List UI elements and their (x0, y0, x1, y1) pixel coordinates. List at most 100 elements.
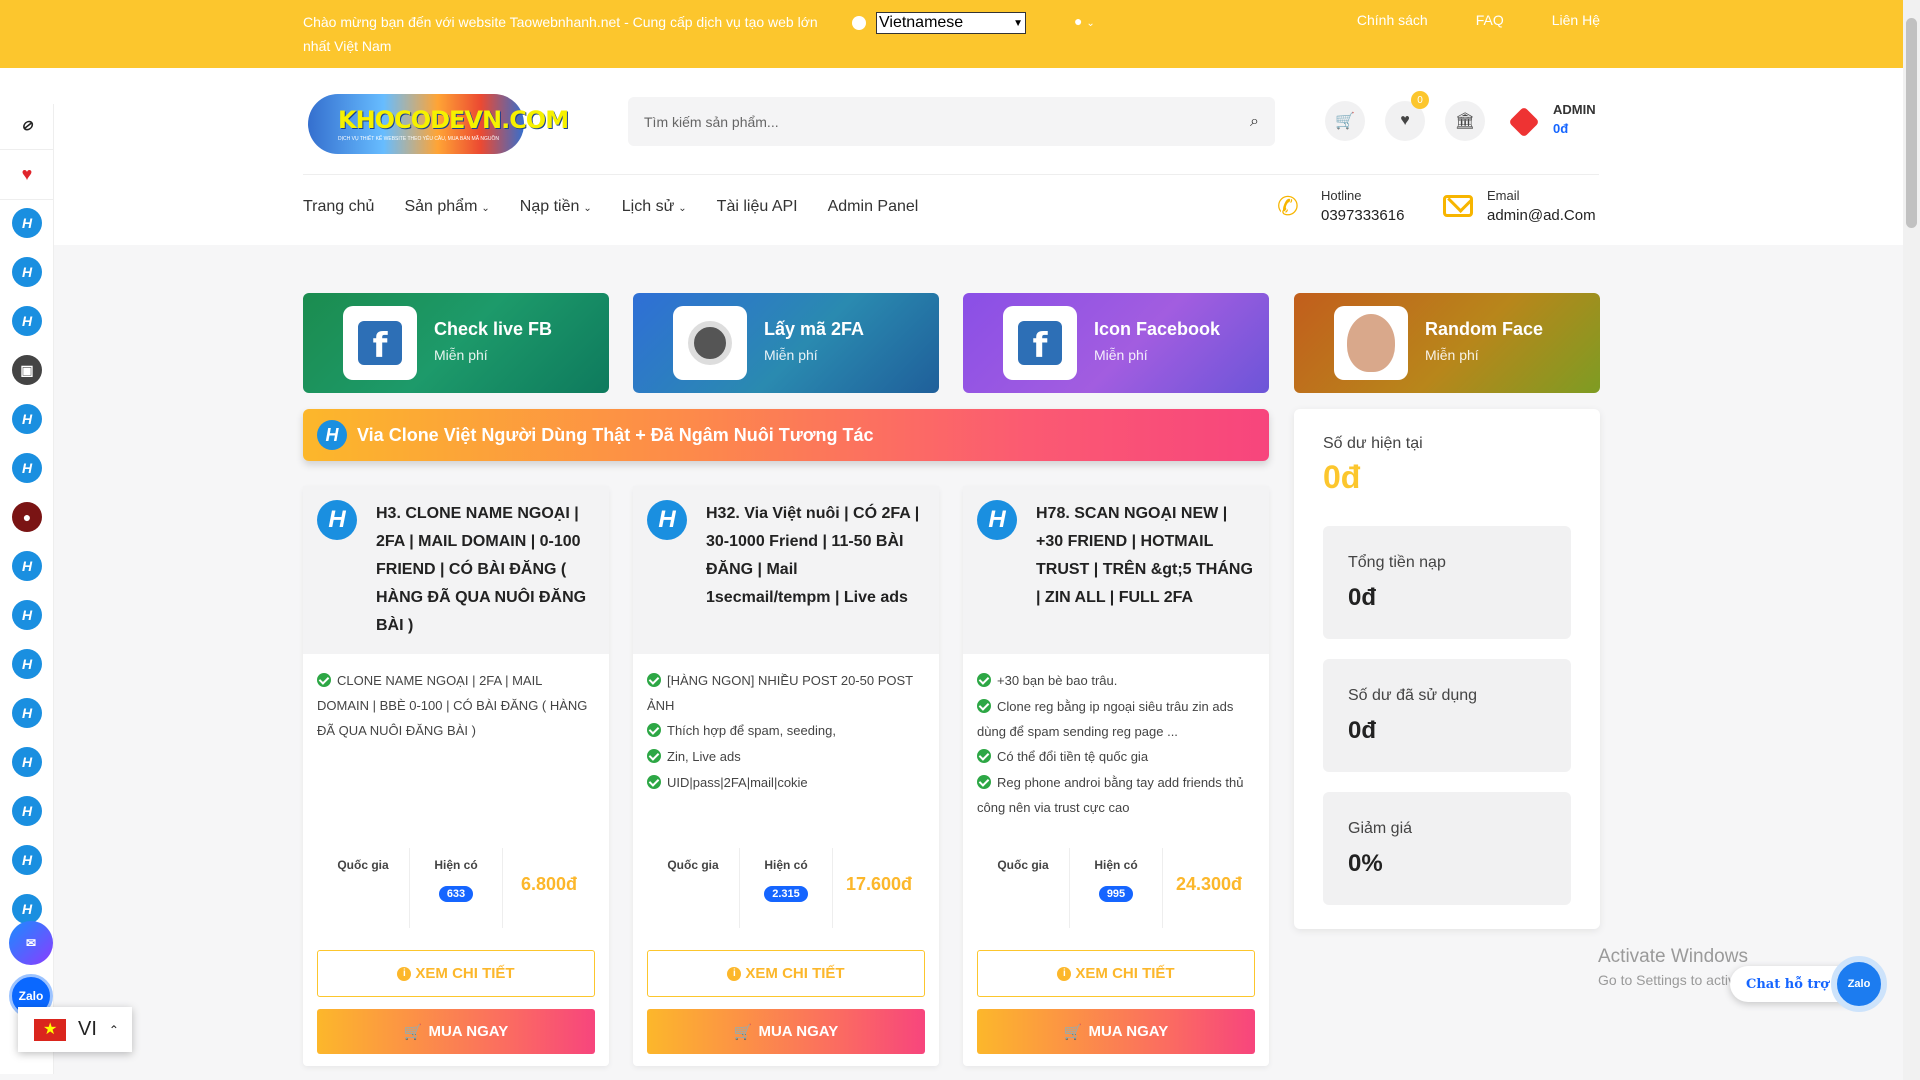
site-logo[interactable]: KHOCODEVN.COM DỊCH VỤ THIẾT KẾ WEBSITE T… (308, 94, 569, 154)
nav-api-docs[interactable]: Tài liệu API (717, 198, 798, 216)
tile-title: Lấy mã 2FA (764, 319, 865, 339)
buy-now-button[interactable]: 🛒 MUA NGAY (977, 1009, 1255, 1054)
tile-title: Random Face (1425, 319, 1544, 339)
language-select[interactable]: Vietnamese ▼ (876, 12, 1026, 34)
product-card: H H78. SCAN NGOẠI NEW | +30 FRIEND | HOT… (963, 486, 1269, 1066)
wishlist-count-badge: 0 (1411, 91, 1429, 109)
product-price: 24.300đ (1175, 874, 1243, 894)
page-scrollbar[interactable] (1903, 0, 1920, 1080)
info-icon: i (727, 966, 742, 981)
user-name: ADMIN (1553, 102, 1596, 117)
tile-icon-box: f (1003, 306, 1077, 380)
email-value[interactable]: admin@ad.Com (1487, 207, 1596, 224)
sidebar-category-9[interactable]: H (12, 600, 42, 630)
nav-deposit[interactable]: Nạp tiền ⌄ (520, 198, 592, 216)
current-balance-label: Số dư hiện tại (1323, 435, 1423, 452)
tile-check-live-fb[interactable]: f Check live FB Miễn phí (303, 293, 609, 393)
sidebar-category-10[interactable]: H (12, 649, 42, 679)
country-label: Quốc gia (667, 858, 719, 872)
language-picker[interactable]: VI ⌃ (18, 1007, 132, 1052)
sidebar-category-3[interactable]: H (12, 306, 42, 336)
product-title[interactable]: H32. Via Việt nuôi | CÓ 2FA | 30-1000 Fr… (706, 500, 925, 612)
sidebar-category-14[interactable]: H (12, 845, 42, 875)
chevron-down-icon: ⌄ (481, 203, 490, 214)
category-title: Via Clone Việt Người Dùng Thật + Đã Ngâm… (357, 424, 874, 445)
view-detail-button[interactable]: i XEM CHI TIẾT (647, 950, 925, 997)
view-detail-label: XEM CHI TIẾT (745, 965, 845, 982)
check-icon (977, 749, 991, 763)
messenger-button[interactable]: ✉ (9, 921, 53, 965)
product-icon: H (317, 500, 357, 540)
facebook-icon: f (1018, 321, 1062, 366)
heart-icon[interactable]: ♥ (12, 159, 42, 189)
check-icon (977, 775, 991, 789)
product-title[interactable]: H3. CLONE NAME NGOẠI | 2FA | MAIL DOMAIN… (376, 500, 595, 640)
stat-label: Số dư đã sử dụng (1348, 687, 1478, 704)
tile-subtitle: Miễn phí (434, 347, 488, 363)
buy-now-button[interactable]: 🛒 MUA NGAY (647, 1009, 925, 1054)
product-icon: H (977, 500, 1017, 540)
cart-button[interactable]: 🛒 (1325, 101, 1365, 141)
stock-label: Hiện có (764, 858, 808, 872)
link-policy[interactable]: Chính sách (1357, 12, 1428, 28)
product-stats: Quốc gia Hiện có 633 6.800đ (317, 848, 595, 928)
sidebar-category-8[interactable]: H (12, 551, 42, 581)
buy-now-button[interactable]: 🛒 MUA NGAY (317, 1009, 595, 1054)
nav-admin-panel[interactable]: Admin Panel (828, 198, 919, 216)
currency-dropdown[interactable]: ● ⌄ (1074, 13, 1095, 29)
zalo-icon: Zalo (1847, 978, 1871, 990)
country-label: Quốc gia (337, 858, 389, 872)
cart-icon: 🛒 (1335, 113, 1355, 130)
nav-home[interactable]: Trang chủ (303, 198, 374, 216)
hide-icon[interactable]: ⊘ (12, 110, 42, 140)
hotline-value[interactable]: 0397333616 (1321, 207, 1404, 224)
link-contact[interactable]: Liên Hệ (1552, 12, 1600, 28)
tile-icon-facebook[interactable]: f Icon Facebook Miễn phí (963, 293, 1269, 393)
product-title[interactable]: H78. SCAN NGOẠI NEW | +30 FRIEND | HOTMA… (1036, 500, 1255, 612)
link-faq[interactable]: FAQ (1476, 12, 1504, 28)
check-icon (317, 673, 331, 687)
tile-subtitle: Miễn phí (764, 347, 818, 363)
product-price: 17.600đ (845, 874, 913, 894)
sidebar-category-15[interactable]: H (12, 894, 42, 924)
product-features: [HÀNG NGON] NHIỀU POST 20-50 POST ẢNH Th… (633, 654, 939, 842)
zalo-chat-button[interactable]: Zalo (1831, 956, 1887, 1012)
bank-button[interactable]: 🏛 (1445, 101, 1485, 141)
search-input[interactable]: Tìm kiếm sản phẩm... (644, 114, 1250, 130)
nav-products[interactable]: Sản phẩm ⌄ (404, 198, 489, 216)
sidebar-category-13[interactable]: H (12, 796, 42, 826)
user-avatar-icon[interactable] (1508, 106, 1540, 138)
feature-text: Zin, Live ads (667, 749, 741, 764)
header-divider (303, 174, 1599, 175)
buy-now-label: MUA NGAY (428, 1023, 509, 1040)
sidebar-category-4[interactable]: ▣ (12, 355, 42, 385)
view-detail-button[interactable]: i XEM CHI TIẾT (977, 950, 1255, 997)
sidebar-category-6[interactable]: H (12, 453, 42, 483)
cart-icon: 🛒 (733, 1023, 753, 1041)
current-balance-value: 0đ (1323, 459, 1361, 495)
stock-badge: 2.315 (764, 886, 808, 902)
stat-label: Tổng tiền nạp (1348, 554, 1446, 571)
scrollbar-thumb[interactable] (1906, 18, 1917, 228)
sidebar-category-5[interactable]: H (12, 404, 42, 434)
sidebar-category-12[interactable]: H (12, 747, 42, 777)
view-detail-button[interactable]: i XEM CHI TIẾT (317, 950, 595, 997)
sidebar-category-7[interactable]: ● (12, 502, 42, 532)
feature-text: Reg phone androi bằng tay add friends th… (977, 775, 1244, 815)
search-icon[interactable]: ⌕ (1250, 113, 1259, 131)
stat-value: 0đ (1348, 717, 1377, 744)
sidebar-category-11[interactable]: H (12, 698, 42, 728)
wishlist-button[interactable]: ♥ 0 (1385, 91, 1429, 141)
buy-now-label: MUA NGAY (1088, 1023, 1169, 1040)
tile-random-face[interactable]: Random Face Miễn phí (1294, 293, 1600, 393)
tile-get-2fa[interactable]: Lấy mã 2FA Miễn phí (633, 293, 939, 393)
nav-history[interactable]: Lịch sử ⌄ (622, 198, 687, 216)
top-links: Chính sách FAQ Liên Hệ (1357, 12, 1600, 28)
chevron-down-icon: ⌄ (583, 203, 592, 214)
user-info[interactable]: ADMIN 0đ (1553, 102, 1596, 136)
sidebar-category-2[interactable]: H (12, 257, 42, 287)
language-switcher: Vietnamese ▼ (852, 12, 1026, 34)
product-price: 6.800đ (520, 874, 578, 894)
sidebar-category-1[interactable]: H (12, 208, 42, 238)
feature-item: [HÀNG NGON] NHIỀU POST 20-50 POST ẢNH (647, 668, 925, 718)
